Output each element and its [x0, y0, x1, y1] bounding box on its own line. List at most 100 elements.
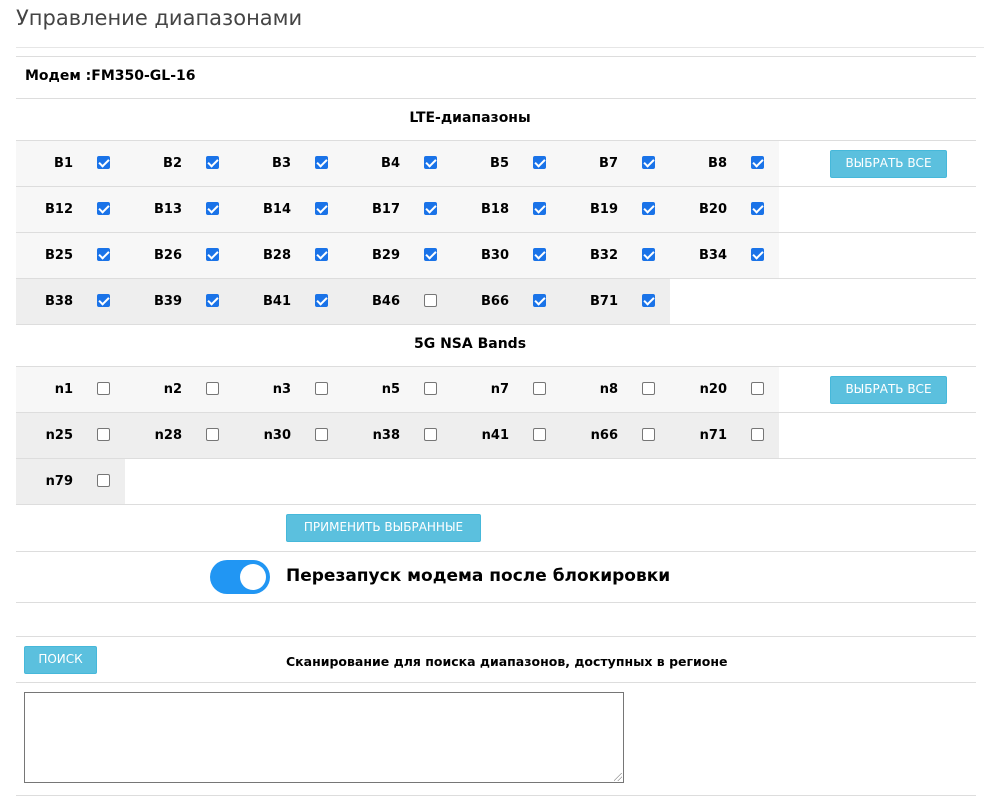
band-label: n38 — [372, 428, 400, 443]
band-checkbox-n30[interactable] — [315, 428, 328, 441]
band-cell-B18: B18 — [452, 187, 561, 232]
band-label: B13 — [154, 202, 182, 217]
band-checkbox-n8[interactable] — [642, 382, 655, 395]
nsa-band-row: n1 n2 n3 n5 n7 n8 n20 ВЫБРАТЬ ВСЕ — [16, 367, 976, 413]
restart-modem-toggle[interactable] — [210, 560, 270, 594]
scan-button[interactable]: ПОИСК — [24, 646, 97, 674]
band-checkbox-n5[interactable] — [424, 382, 437, 395]
band-checkbox-B17[interactable] — [424, 202, 437, 215]
band-cell-n71: n71 — [670, 413, 779, 458]
band-checkbox-B46[interactable] — [424, 294, 437, 307]
band-label: B4 — [381, 156, 400, 171]
band-label: n28 — [154, 428, 182, 443]
band-cell-B41: B41 — [234, 279, 343, 324]
band-checkbox-B3[interactable] — [315, 156, 328, 169]
band-checkbox-n3[interactable] — [315, 382, 328, 395]
band-checkbox-B34[interactable] — [751, 248, 764, 261]
lte-bands-grid: B1 B2 B3 B4 B5 B7 B8 ВЫБРАТЬ ВСЕ B12 B13 B14 B17 B18… — [16, 141, 976, 325]
band-cell-B17: B17 — [343, 187, 452, 232]
band-label: B71 — [590, 294, 618, 309]
band-checkbox-B71[interactable] — [642, 294, 655, 307]
band-checkbox-B8[interactable] — [751, 156, 764, 169]
band-label: B8 — [708, 156, 727, 171]
apply-row: ПРИМЕНИТЬ ВЫБРАННЫЕ — [16, 505, 976, 552]
band-cell-B28: B28 — [234, 233, 343, 278]
band-cell-B5: B5 — [452, 141, 561, 186]
band-cell-B8: B8 — [670, 141, 779, 186]
band-label: B28 — [263, 248, 291, 263]
scan-description: Сканирование для поиска диапазонов, дост… — [286, 654, 728, 669]
band-checkbox-B66[interactable] — [533, 294, 546, 307]
band-checkbox-n25[interactable] — [97, 428, 110, 441]
band-cell-n8: n8 — [561, 367, 670, 412]
band-cell-B34: B34 — [670, 233, 779, 278]
band-checkbox-B25[interactable] — [97, 248, 110, 261]
lte-band-row: B12 B13 B14 B17 B18 B19 B20 — [16, 187, 976, 233]
lte-section-title: LTE-диапазоны — [409, 110, 531, 126]
spacer-row — [16, 603, 976, 637]
band-checkbox-B41[interactable] — [315, 294, 328, 307]
modem-row: Модем :FM350-GL-16 — [16, 57, 976, 99]
band-label: n5 — [381, 382, 400, 397]
band-cell-B71: B71 — [561, 279, 670, 324]
band-checkbox-B32[interactable] — [642, 248, 655, 261]
band-checkbox-B26[interactable] — [206, 248, 219, 261]
band-cell-B39: B39 — [125, 279, 234, 324]
band-checkbox-B14[interactable] — [315, 202, 328, 215]
band-checkbox-n2[interactable] — [206, 382, 219, 395]
band-checkbox-n28[interactable] — [206, 428, 219, 441]
band-cell-B30: B30 — [452, 233, 561, 278]
band-checkbox-n66[interactable] — [642, 428, 655, 441]
lte-section-header: LTE-диапазоны — [16, 99, 976, 141]
apply-selected-button[interactable]: ПРИМЕНИТЬ ВЫБРАННЫЕ — [286, 514, 481, 542]
band-checkbox-n20[interactable] — [751, 382, 764, 395]
band-label: n20 — [699, 382, 727, 397]
band-checkbox-B20[interactable] — [751, 202, 764, 215]
band-checkbox-n38[interactable] — [424, 428, 437, 441]
scan-output-row — [16, 683, 976, 796]
band-cell-n30: n30 — [234, 413, 343, 458]
band-cell-B38: B38 — [16, 279, 125, 324]
lte-select-all-button[interactable]: ВЫБРАТЬ ВСЕ — [830, 150, 947, 178]
band-checkbox-B1[interactable] — [97, 156, 110, 169]
band-label: B38 — [45, 294, 73, 309]
band-checkbox-B18[interactable] — [533, 202, 546, 215]
resize-grip-icon[interactable] — [614, 773, 622, 781]
band-label: B30 — [481, 248, 509, 263]
band-checkbox-B19[interactable] — [642, 202, 655, 215]
band-label: B34 — [699, 248, 727, 263]
band-checkbox-n7[interactable] — [533, 382, 546, 395]
band-label: B41 — [263, 294, 291, 309]
band-checkbox-B5[interactable] — [533, 156, 546, 169]
band-checkbox-B4[interactable] — [424, 156, 437, 169]
nsa-band-row: n79 — [16, 459, 976, 505]
band-cell-B13: B13 — [125, 187, 234, 232]
band-label: B12 — [45, 202, 73, 217]
band-checkbox-B2[interactable] — [206, 156, 219, 169]
band-checkbox-B39[interactable] — [206, 294, 219, 307]
band-cell-B12: B12 — [16, 187, 125, 232]
band-label: B5 — [490, 156, 509, 171]
band-checkbox-n71[interactable] — [751, 428, 764, 441]
band-label: B2 — [163, 156, 182, 171]
band-checkbox-n41[interactable] — [533, 428, 546, 441]
band-checkbox-n1[interactable] — [97, 382, 110, 395]
band-checkbox-B13[interactable] — [206, 202, 219, 215]
band-checkbox-n79[interactable] — [97, 474, 110, 487]
band-label: n66 — [590, 428, 618, 443]
band-cell-n2: n2 — [125, 367, 234, 412]
band-label: n41 — [481, 428, 509, 443]
nsa-select-all-button[interactable]: ВЫБРАТЬ ВСЕ — [830, 376, 947, 404]
band-checkbox-B28[interactable] — [315, 248, 328, 261]
band-checkbox-B12[interactable] — [97, 202, 110, 215]
band-cell-B4: B4 — [343, 141, 452, 186]
band-checkbox-B29[interactable] — [424, 248, 437, 261]
band-checkbox-B7[interactable] — [642, 156, 655, 169]
band-checkbox-B30[interactable] — [533, 248, 546, 261]
band-label: B39 — [154, 294, 182, 309]
scan-output-textarea[interactable] — [24, 692, 624, 783]
band-label: n30 — [263, 428, 291, 443]
band-checkbox-B38[interactable] — [97, 294, 110, 307]
band-cell-B19: B19 — [561, 187, 670, 232]
lte-band-row: B1 B2 B3 B4 B5 B7 B8 ВЫБРАТЬ ВСЕ — [16, 141, 976, 187]
